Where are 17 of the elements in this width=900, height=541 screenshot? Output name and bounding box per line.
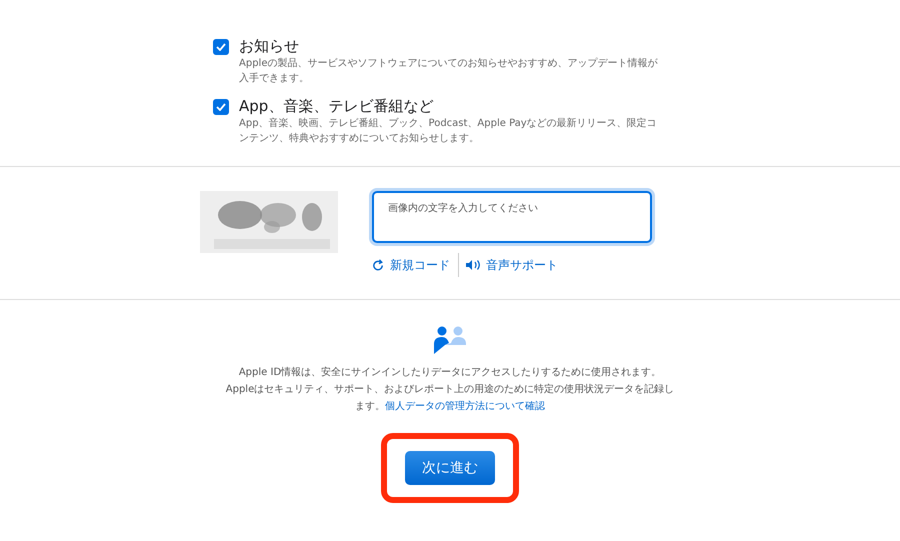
captcha-input-field[interactable]: 画像内の文字を入力してください [372, 191, 652, 243]
checkbox[interactable] [213, 99, 229, 115]
option-description: App、音楽、映画、テレビ番組、ブック、Podcast、Apple Payなどの最新リリース、限定コンテンツ、特典やおすすめについてお知らせします。 [239, 116, 658, 146]
check-icon [216, 43, 226, 51]
new-code-link[interactable]: 新規コード [372, 254, 458, 276]
privacy-text: Apple ID情報は、安全にサインインしたりデータにアクセスしたりするために使用されます。Appleはセキュリティ、サポート、およびレポート上の用途のために特定の使用状況データを記録します。個人データの管理方法について確認 [225, 366, 675, 414]
checkbox[interactable] [213, 39, 229, 55]
continue-button[interactable]: 次に進む [405, 451, 495, 485]
option-title: お知らせ [239, 36, 300, 56]
option-description: Appleの製品、サービスやソフトウェアについてのお知らせやおすすめ、アップデート情報が入手できます。 [239, 56, 658, 86]
people-icon [433, 326, 467, 354]
check-icon [216, 103, 226, 111]
speaker-icon [465, 259, 481, 271]
audio-support-link[interactable]: 音声サポート [465, 254, 566, 276]
refresh-icon [372, 258, 385, 272]
privacy-link[interactable]: 個人データの管理方法について確認 [385, 401, 545, 412]
option-title: App、音楽、テレビ番組など [239, 96, 434, 116]
